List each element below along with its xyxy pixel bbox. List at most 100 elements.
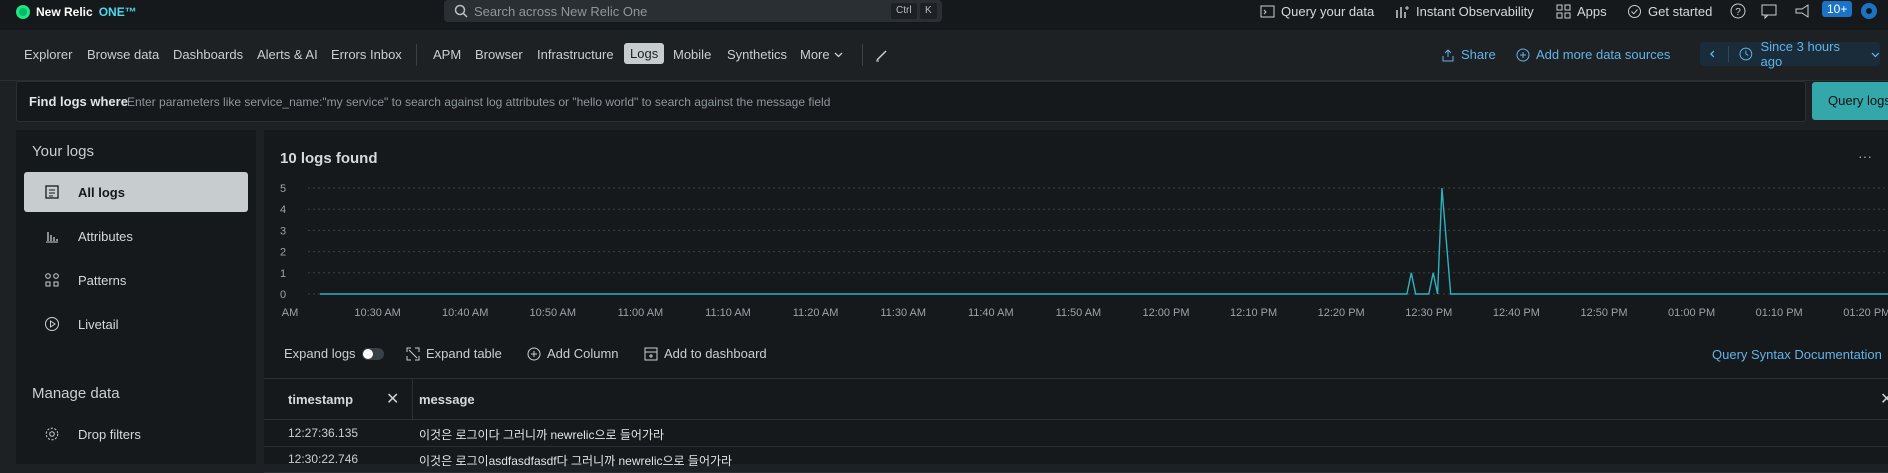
x-tick-label: 10:30 AM: [354, 307, 400, 319]
logs-table: timestamp ✕ message ✕ 12:27:36.135 이것은 로…: [264, 378, 1888, 473]
clock-icon: [1739, 47, 1753, 61]
query-syntax-docs-link[interactable]: Query Syntax Documentation: [1712, 347, 1882, 362]
your-logs-heading: Your logs: [32, 143, 94, 160]
find-logs-label: Find logs where: [29, 94, 128, 109]
x-tick-label: 12:10 PM: [1230, 307, 1277, 319]
series-line[interactable]: [320, 187, 1888, 295]
sidebar-item-label: All logs: [78, 184, 125, 200]
shortcut-k: K: [920, 3, 937, 19]
nav-logs[interactable]: Logs: [624, 43, 665, 64]
nav-more[interactable]: More: [800, 47, 843, 62]
logs-count-title: 10 logs found: [280, 150, 378, 167]
more-options-icon[interactable]: ···: [1858, 148, 1872, 164]
logs-histogram-chart: 5 4 3 2 1 0 AM 10:30 AM 10:40 AM 10:50 AM 11:00 AM…: [280, 183, 1888, 319]
row-message: 이것은 로그이asdfasdfasdf다 그러니까 newrelic으로 들어가…: [419, 454, 733, 468]
nav-errors-inbox[interactable]: Errors Inbox: [331, 47, 402, 62]
add-to-dashboard-label: Add to dashboard: [664, 346, 767, 361]
feedback-icon[interactable]: [1760, 2, 1778, 20]
get-started-link[interactable]: Get started: [1627, 0, 1712, 22]
nav-mobile[interactable]: Mobile: [673, 47, 711, 62]
time-picker[interactable]: Since 3 hours ago: [1700, 39, 1880, 69]
add-column-label: Add Column: [547, 346, 619, 361]
apps-label: Apps: [1577, 3, 1607, 19]
share-button[interactable]: Share: [1441, 47, 1496, 62]
remove-column-icon[interactable]: ✕: [1880, 389, 1888, 409]
help-icon[interactable]: ?: [1729, 2, 1747, 20]
svg-text:?: ?: [1735, 7, 1741, 18]
get-started-label: Get started: [1648, 3, 1713, 19]
sidebar-item-drop-filters[interactable]: Drop filters: [24, 414, 248, 454]
remove-column-icon[interactable]: ✕: [386, 389, 399, 409]
list-icon: [45, 185, 59, 199]
global-search[interactable]: Search across New Relic One Ctrl K: [444, 0, 942, 22]
column-header-message[interactable]: message: [419, 392, 475, 407]
manage-data-heading: Manage data: [32, 385, 120, 402]
add-column-button[interactable]: Add Column: [527, 346, 619, 361]
column-header-timestamp[interactable]: timestamp: [288, 392, 353, 407]
time-range-label: Since 3 hours ago: [1760, 39, 1841, 69]
notification-badge[interactable]: 10+: [1822, 1, 1853, 17]
expand-logs-toggle[interactable]: Expand logs: [284, 346, 384, 361]
search-icon: [454, 4, 468, 18]
x-tick-label: 10:40 AM: [442, 307, 488, 319]
y-tick-label: 0: [280, 289, 286, 301]
x-tick-label: AM: [282, 307, 299, 319]
find-logs-bar[interactable]: Find logs where Enter parameters like se…: [16, 81, 1806, 122]
find-logs-input[interactable]: Enter parameters like service_name:"my s…: [127, 95, 830, 109]
toggle-switch[interactable]: [361, 347, 384, 360]
table-row[interactable]: 12:27:36.135 이것은 로그이다 그러니까 newrelic으로 들어…: [264, 420, 1888, 447]
sidebar-item-label: Livetail: [78, 316, 119, 332]
nav-synthetics[interactable]: Synthetics: [727, 47, 787, 62]
nav-alerts-ai[interactable]: Alerts & AI: [257, 47, 318, 62]
column-separator: [412, 379, 413, 419]
query-your-data-label: Query your data: [1281, 3, 1375, 19]
share-icon: [1442, 48, 1454, 61]
new-relic-logo-icon: [16, 5, 30, 19]
nav-infrastructure[interactable]: Infrastructure: [537, 47, 614, 62]
add-data-sources-button[interactable]: Add more data sources: [1516, 47, 1670, 62]
nav-apm[interactable]: APM: [433, 47, 461, 62]
expand-logs-label: Expand logs: [284, 346, 356, 361]
apps-grid-icon: [1556, 4, 1571, 18]
expand-icon: [406, 347, 420, 360]
nav-dashboards[interactable]: Dashboards: [173, 47, 243, 62]
query-your-data-link[interactable]: Query your data: [1260, 0, 1374, 22]
x-tick-label: 11:50 AM: [1056, 307, 1102, 319]
sidebar-item-livetail[interactable]: Livetail: [24, 304, 248, 344]
sidebar-item-label: Patterns: [78, 272, 127, 288]
expand-table-button[interactable]: Expand table: [406, 346, 502, 361]
nav-separator: [862, 44, 863, 66]
x-tick-label: 11:00 AM: [618, 307, 664, 319]
query-logs-button[interactable]: Query logs: [1812, 82, 1888, 120]
nav-explorer[interactable]: Explorer: [24, 47, 72, 62]
sidebar-item-patterns[interactable]: Patterns: [24, 260, 248, 300]
share-label: Share: [1461, 47, 1496, 62]
sidebar-item-all-logs[interactable]: All logs: [24, 172, 248, 212]
product-nav: Explorer Browse data Dashboards Alerts &…: [0, 30, 1888, 81]
dashboard-add-icon: [644, 347, 658, 360]
user-avatar-icon[interactable]: [1860, 2, 1878, 20]
nav-browse-data[interactable]: Browse data: [87, 47, 159, 62]
announcement-icon[interactable]: [1794, 2, 1812, 20]
logs-main-panel: 10 logs found ··· 5 4 3 2 1 0 AM 10:30 AM 10:40 …: [264, 130, 1888, 473]
x-tick-label: 11:10 AM: [705, 307, 751, 319]
top-bar: New Relic ONE™ Search across New Relic O…: [0, 0, 1888, 30]
table-row[interactable]: 12:30:22.746 이것은 로그이asdfasdfasdf다 그러니까 n…: [264, 446, 1888, 473]
time-picker-divider: [1727, 46, 1729, 62]
sidebar-item-attributes[interactable]: Attributes: [24, 216, 248, 256]
x-tick-label: 12:40 PM: [1493, 307, 1540, 319]
search-placeholder: Search across New Relic One: [474, 3, 648, 19]
chevron-left-icon[interactable]: [1708, 49, 1718, 59]
y-tick-label: 1: [280, 268, 286, 280]
y-tick-label: 5: [280, 183, 286, 195]
nav-browser[interactable]: Browser: [475, 47, 523, 62]
y-tick-label: 3: [280, 225, 286, 237]
instant-observability-link[interactable]: Instant Observability: [1395, 0, 1534, 22]
apps-link[interactable]: Apps: [1556, 0, 1607, 22]
edit-pencil-icon[interactable]: [874, 47, 890, 63]
row-message: 이것은 로그이다 그러니까 newrelic으로 들어가라: [419, 428, 665, 442]
x-tick-label: 12:20 PM: [1318, 307, 1365, 319]
x-tick-label: 11:30 AM: [880, 307, 926, 319]
new-relic-logo[interactable]: New Relic ONE™: [16, 5, 137, 19]
add-to-dashboard-button[interactable]: Add to dashboard: [644, 346, 767, 361]
